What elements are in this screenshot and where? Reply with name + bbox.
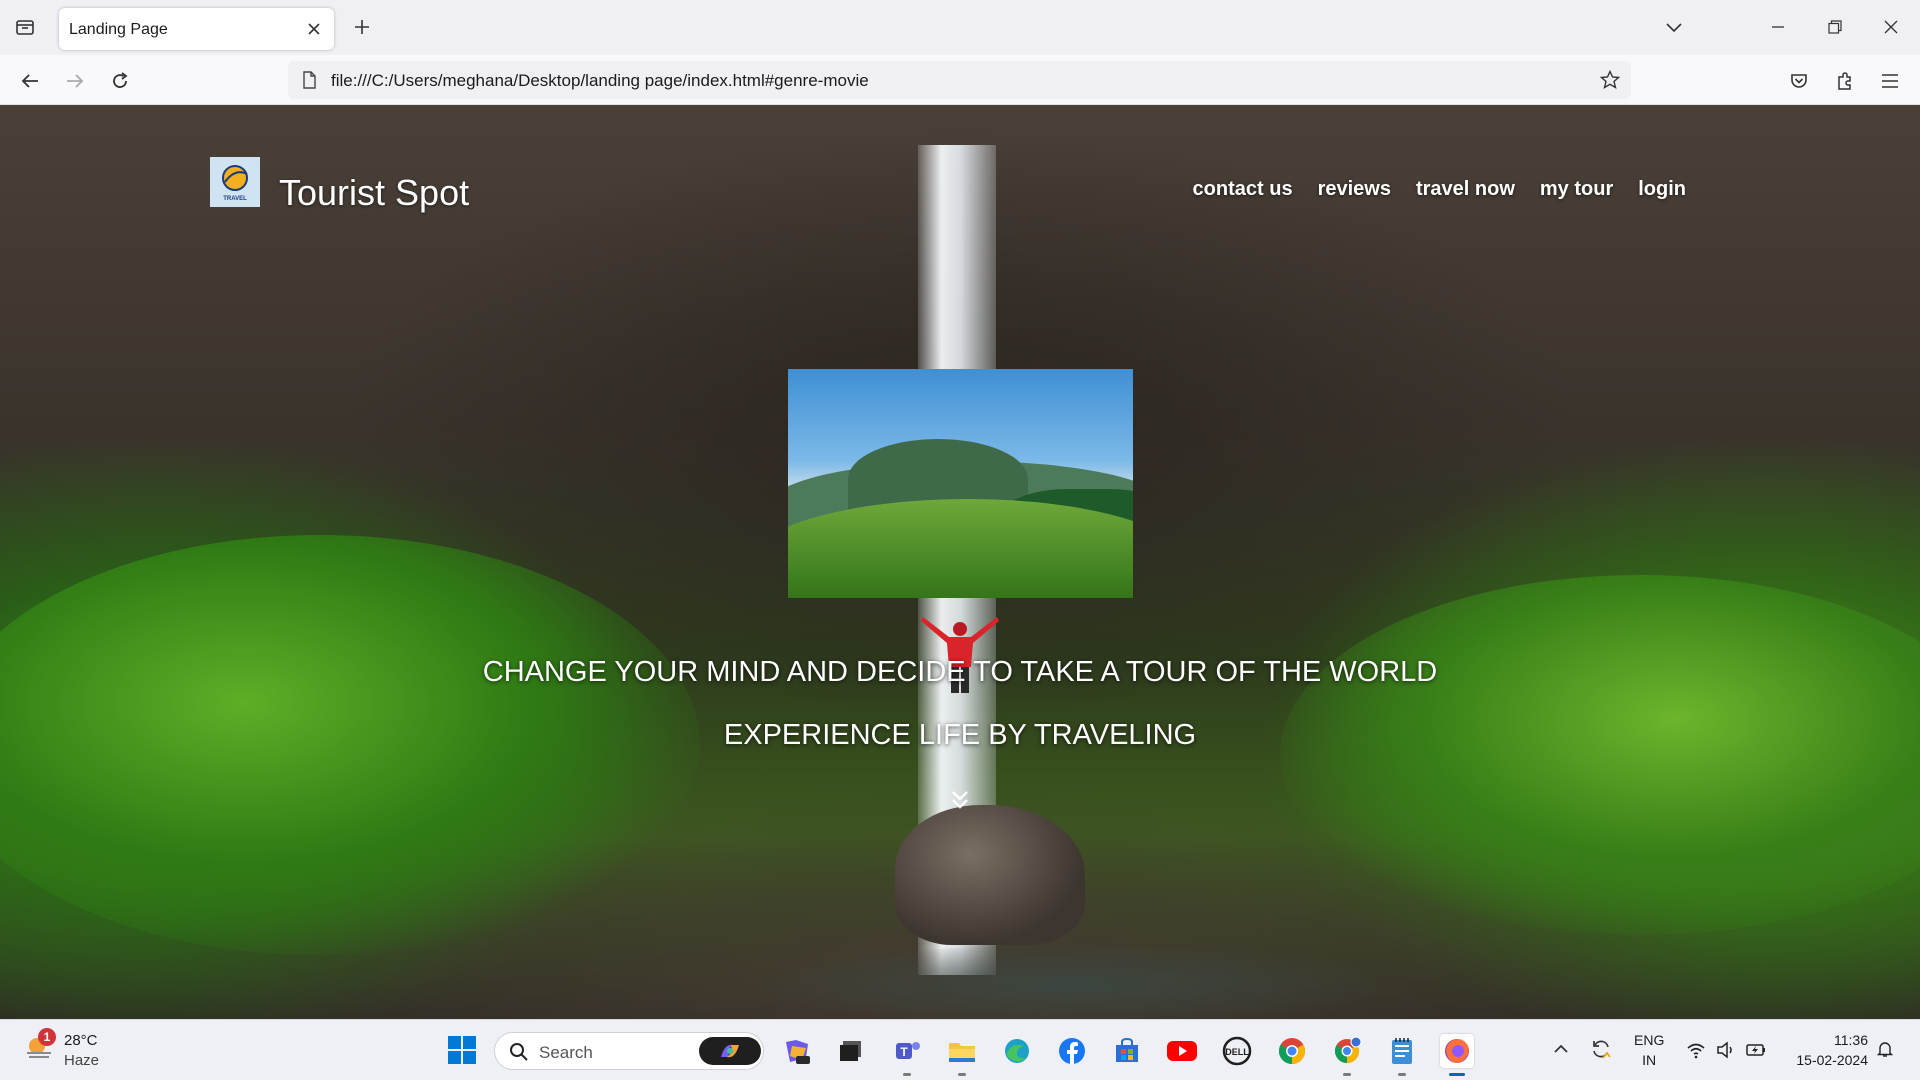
chevron-up-icon[interactable] (1552, 1040, 1570, 1058)
svg-text:TRAVEL: TRAVEL (223, 196, 247, 202)
task-view-icon[interactable] (834, 1034, 868, 1068)
nav-my-tour[interactable]: my tour (1540, 178, 1613, 201)
teams-icon[interactable]: T (890, 1034, 924, 1076)
page-icon (303, 71, 316, 89)
search-icon (510, 1043, 528, 1061)
active-tab[interactable]: Landing Page (59, 8, 334, 50)
url-bar[interactable]: file:///C:/Users/meghana/Desktop/landing… (288, 61, 1631, 99)
tab-list-icon[interactable] (12, 14, 38, 40)
browser-tab-strip: Landing Page (0, 0, 1920, 55)
url-text[interactable]: file:///C:/Users/meghana/Desktop/landing… (331, 71, 869, 91)
landing-page: TRAVEL Tourist Spot contact us reviews t… (0, 105, 1920, 1019)
battery-icon[interactable] (1746, 1040, 1766, 1060)
site-logo[interactable]: TRAVEL (210, 157, 260, 207)
facebook-icon[interactable] (1055, 1034, 1089, 1068)
hero-tagline: CHANGE YOUR MIND AND DECIDE TO TAKE A TO… (482, 656, 1438, 688)
clock-date: 15-02-2024 (1796, 1052, 1868, 1068)
dell-icon[interactable]: DELL (1220, 1034, 1254, 1068)
firefox-icon[interactable] (1440, 1034, 1474, 1076)
travel-logo-icon: TRAVEL (222, 165, 248, 202)
store-icon[interactable] (1110, 1034, 1144, 1068)
system-clock[interactable]: 11:36 15-02-2024 (1778, 1030, 1868, 1070)
background-rock (895, 805, 1085, 945)
nav-login[interactable]: login (1638, 178, 1686, 201)
reload-icon[interactable] (106, 67, 134, 95)
minimize-icon[interactable] (1765, 14, 1791, 40)
notepad-icon[interactable] (1385, 1034, 1419, 1076)
sync-icon[interactable] (1590, 1038, 1612, 1060)
tab-title: Landing Page (69, 21, 168, 38)
input-language[interactable]: ENG IN (1634, 1030, 1664, 1070)
pocket-icon[interactable] (1785, 67, 1813, 95)
hero-subtagline: EXPERIENCE LIFE BY TRAVELING (723, 719, 1197, 751)
forward-arrow-icon[interactable] (61, 67, 89, 95)
close-window-icon[interactable] (1878, 14, 1904, 40)
background-pool (760, 945, 1380, 1019)
windows-taskbar: 1 28°C Haze Search T DELL ENG IN 11:36 1… (0, 1019, 1920, 1080)
close-tab-icon[interactable] (304, 19, 324, 39)
file-explorer-icon[interactable] (945, 1034, 979, 1076)
windows-start-icon[interactable] (446, 1034, 478, 1066)
menu-icon[interactable] (1876, 67, 1904, 95)
weather-badge: 1 (38, 1028, 56, 1046)
chrome-icon[interactable] (1275, 1034, 1309, 1068)
back-arrow-icon[interactable] (16, 67, 44, 95)
site-nav: contact us reviews travel now my tour lo… (1193, 178, 1686, 201)
notification-bell-icon[interactable] (1876, 1040, 1894, 1058)
extensions-icon[interactable] (1831, 67, 1859, 95)
youtube-icon[interactable] (1165, 1034, 1199, 1068)
bookmark-star-icon[interactable] (1599, 69, 1621, 91)
background-moss-right (1280, 575, 1920, 935)
copilot-icon[interactable] (699, 1037, 761, 1065)
volume-icon[interactable] (1716, 1040, 1736, 1060)
browser-toolbar: file:///C:/Users/meghana/Desktop/landing… (0, 55, 1920, 105)
nav-reviews[interactable]: reviews (1318, 178, 1391, 201)
svg-text:DELL: DELL (1225, 1047, 1249, 1057)
new-tab-icon[interactable] (350, 15, 374, 39)
restore-icon[interactable] (1822, 14, 1848, 40)
region-label: IN (1642, 1052, 1657, 1068)
svg-text:T: T (900, 1045, 908, 1059)
taskbar-search[interactable]: Search (494, 1032, 764, 1070)
wifi-icon[interactable] (1686, 1040, 1706, 1060)
clock-time: 11:36 (1834, 1032, 1868, 1048)
search-label: Search (539, 1043, 593, 1062)
pre-app-icon[interactable] (780, 1034, 814, 1068)
edge-icon[interactable] (1000, 1034, 1034, 1068)
site-title: Tourist Spot (279, 172, 470, 213)
weather-condition[interactable]: Haze (64, 1052, 99, 1069)
nav-contact-us[interactable]: contact us (1193, 178, 1293, 201)
nav-travel-now[interactable]: travel now (1416, 178, 1515, 201)
chrome-profile-icon[interactable] (1330, 1034, 1364, 1076)
hero-landscape-image (788, 369, 1133, 598)
double-chevron-down-icon[interactable] (947, 787, 973, 813)
language-label: ENG (1634, 1032, 1665, 1048)
chevron-down-icon[interactable] (1662, 16, 1686, 40)
weather-temp[interactable]: 28°C (64, 1032, 98, 1049)
